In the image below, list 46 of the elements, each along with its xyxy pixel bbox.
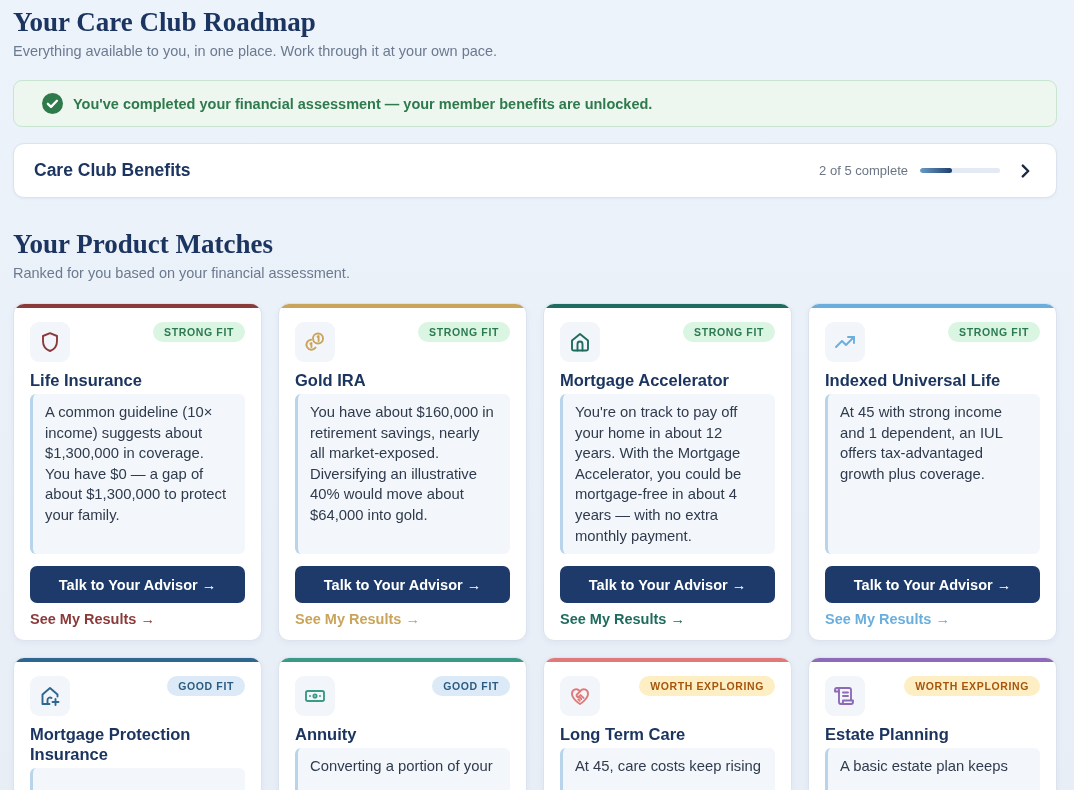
banknote-icon [295, 676, 335, 717]
scroll-icon [825, 676, 865, 717]
product-title: Estate Planning [825, 724, 950, 746]
trend-icon [825, 322, 865, 362]
section-subtitle: Ranked for you based on your financial assessment. [13, 264, 350, 283]
results-link[interactable]: See My Results → [560, 609, 685, 630]
houseplus-icon [30, 676, 70, 717]
fit-badge: STRONG FIT [153, 322, 245, 342]
product-description: A basic estate plan keeps [825, 748, 1040, 790]
product-title: Gold IRA [295, 370, 367, 391]
fit-badge: GOOD FIT [432, 676, 510, 697]
advisor-button[interactable]: Talk to Your Advisor → [560, 566, 775, 604]
fit-badge: WORTH EXPLORING [639, 676, 775, 697]
product-description: You have about $160,000 in retirement savings, nearly all market-exposed. Diversifying an illustrative 40% would move about $64,000 into gold. [295, 394, 510, 555]
product-title: Long Term Care [560, 724, 687, 746]
benefits-card[interactable]: Care Club Benefits 2 of 5 complete [13, 143, 1057, 198]
product-description: Converting a portion of your [295, 748, 510, 790]
product-description: You're on track to pay off your home in about 12 years. With the Mortgage Accelerator, you could be mortgage-free in about 4 years — with no extra monthly payment. [560, 394, 775, 555]
fit-badge: STRONG FIT [418, 322, 510, 342]
advisor-button[interactable]: Talk to Your Advisor → [295, 566, 510, 604]
fit-badge: STRONG FIT [948, 322, 1040, 342]
fit-badge: WORTH EXPLORING [904, 676, 1040, 697]
product-title: Indexed Universal Life [825, 370, 1002, 391]
product-description: A common guideline (10× income) suggests about $1,300,000 in coverage. You have $0 — a gap of about $1,300,000 to protect your family. [30, 394, 245, 555]
results-link[interactable]: See My Results → [30, 609, 155, 630]
benefits-title: Care Club Benefits [34, 160, 191, 181]
section-title: Your Product Matches [13, 228, 273, 261]
fit-badge: STRONG FIT [683, 322, 775, 342]
progress-text: 2 of 5 complete [819, 163, 908, 178]
coins-icon [295, 322, 335, 362]
advisor-button[interactable]: Talk to Your Advisor → [825, 566, 1040, 604]
product-title: Annuity [295, 724, 358, 746]
shield-icon [30, 322, 70, 362]
chevron-right-icon[interactable] [1021, 163, 1030, 178]
page-title: Your Care Club Roadmap [13, 6, 316, 39]
fit-badge: GOOD FIT [167, 676, 245, 697]
banner-message: You've completed your financial assessment — your member benefits are unlocked. [73, 95, 653, 112]
check-circle-icon [42, 93, 63, 114]
page-subtitle: Everything available to you, in one place. Work through it at your own pace. [13, 42, 498, 61]
product-title: Mortgage Protection Insurance [30, 724, 192, 766]
advisor-button[interactable]: Talk to Your Advisor → [30, 566, 245, 604]
product-description: At 45, care costs keep rising [560, 748, 775, 790]
product-title: Life Insurance [30, 370, 143, 391]
product-title: Mortgage Accelerator [560, 370, 731, 391]
product-description: At 45 with strong income and 1 dependent, an IUL offers tax-advantaged growth plus coverage. [825, 394, 1040, 555]
house-icon [560, 322, 600, 362]
